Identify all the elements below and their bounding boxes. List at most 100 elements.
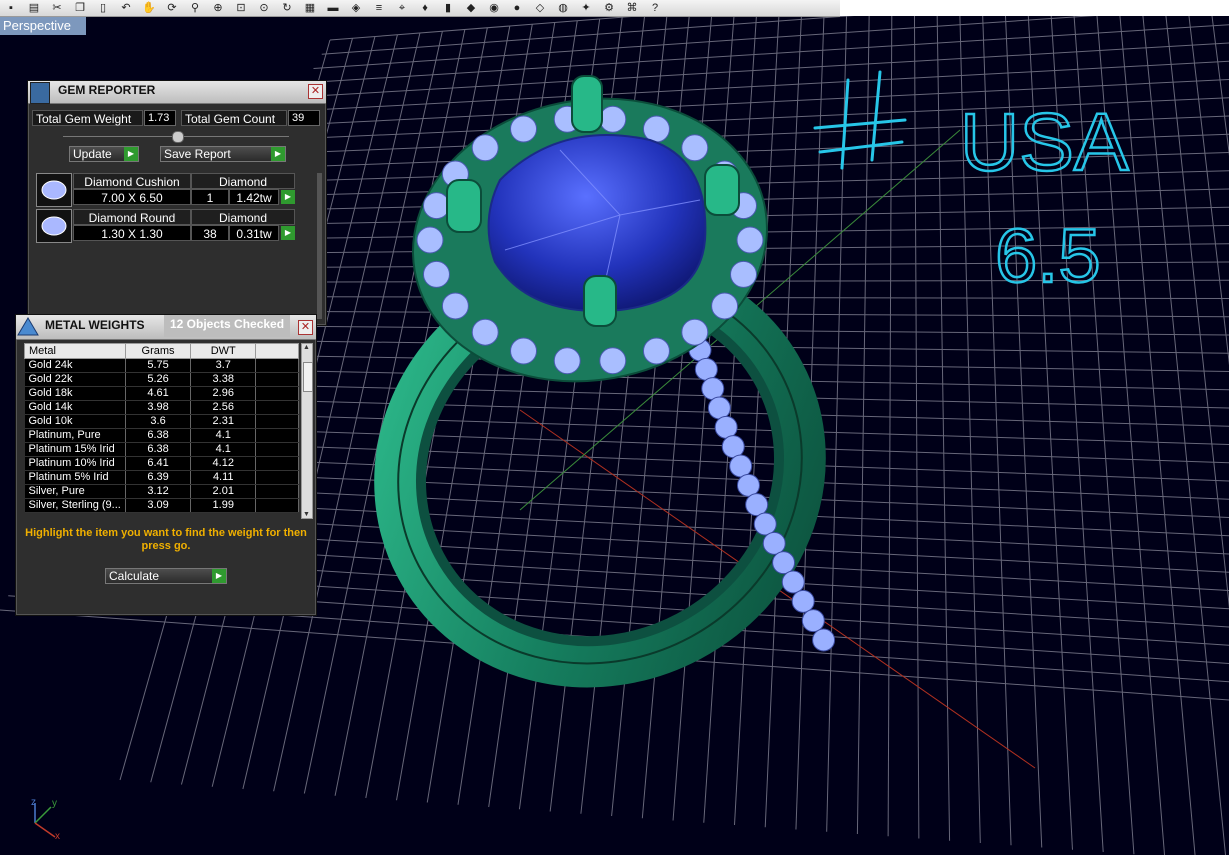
- grid-line: [936, 0, 951, 841]
- table-row[interactable]: Silver, Sterling (9... 3.09 1.99: [24, 498, 299, 513]
- toolbar-empty-area: [840, 0, 1229, 16]
- metal-name: Platinum, Pure: [24, 428, 126, 443]
- dwt-value: 3.38: [190, 372, 257, 387]
- column-header-grams[interactable]: Grams: [124, 343, 192, 359]
- zoom-selected-icon[interactable]: ⊙: [256, 1, 272, 15]
- zoom-icon[interactable]: ⚲: [187, 1, 203, 15]
- play-icon: ▶: [271, 147, 285, 161]
- grid-icon[interactable]: ▦: [302, 1, 318, 15]
- copy-icon[interactable]: ❐: [72, 1, 88, 15]
- trash-icon[interactable]: ▮: [440, 1, 456, 15]
- material-icon[interactable]: ◍: [555, 1, 571, 15]
- grams-value: 6.38: [125, 428, 192, 443]
- shank-stone: [753, 512, 777, 536]
- gem-reporter-panel: GEM REPORTER ✕ Total Gem Weight 1.73 Tot…: [27, 80, 327, 326]
- dwt-value: 4.11: [190, 470, 257, 485]
- dwt-value: 2.31: [190, 414, 257, 429]
- empty-cell: [255, 456, 299, 471]
- halo-stone: [730, 260, 758, 288]
- play-icon: ▶: [212, 569, 226, 583]
- paste-icon[interactable]: ▯: [95, 1, 111, 15]
- table-row[interactable]: Gold 10k 3.6 2.31: [24, 414, 299, 429]
- halo-stone: [553, 347, 581, 375]
- grid-line: [305, 24, 1229, 84]
- halo-stone: [681, 134, 709, 162]
- column-header-dwt[interactable]: DWT: [190, 343, 257, 359]
- layers-icon[interactable]: ≡: [371, 1, 387, 15]
- table-row[interactable]: Platinum 5% Irid 6.39 4.11: [24, 470, 299, 485]
- table-row[interactable]: Gold 22k 5.26 3.38: [24, 372, 299, 387]
- help-icon[interactable]: ?: [647, 1, 663, 15]
- dwt-value: 4.1: [190, 442, 257, 457]
- gem-list-item[interactable]: Diamond Round Diamond 1.30 X 1.30 38 0.3…: [36, 209, 295, 243]
- table-row[interactable]: Gold 14k 3.98 2.56: [24, 400, 299, 415]
- gem-reporter-title: GEM REPORTER: [58, 83, 156, 97]
- print-icon[interactable]: ▤: [26, 1, 42, 15]
- network-icon[interactable]: ⌘: [624, 1, 640, 15]
- table-row[interactable]: Silver, Pure 3.12 2.01: [24, 484, 299, 499]
- round-gem-icon: [36, 209, 72, 243]
- shading-icon[interactable]: ◆: [463, 1, 479, 15]
- light-icon[interactable]: ♦: [417, 1, 433, 15]
- close-icon[interactable]: ✕: [308, 84, 323, 99]
- table-row[interactable]: Platinum 15% Irid 6.38 4.1: [24, 442, 299, 457]
- grams-value: 4.61: [125, 386, 192, 401]
- viewport-label[interactable]: Perspective: [0, 17, 86, 35]
- gem-type: Diamond: [191, 209, 295, 225]
- zoom-window-icon[interactable]: ⊕: [210, 1, 226, 15]
- metal-weights-table: Metal Grams DWT Gold 24k 5.75 3.7 Gold 22k 5…: [24, 343, 299, 513]
- table-row[interactable]: Gold 18k 4.61 2.96: [24, 386, 299, 401]
- empty-cell: [255, 442, 299, 457]
- grid-line: [1186, 0, 1229, 366]
- pyramid-icon: [16, 315, 40, 339]
- undo-icon[interactable]: ↶: [118, 1, 134, 15]
- select-gem-play-icon[interactable]: ▶: [281, 190, 295, 204]
- gem-icon[interactable]: ◇: [532, 1, 548, 15]
- gem-reporter-titlebar[interactable]: GEM REPORTER ✕: [28, 81, 326, 104]
- dwt-value: 1.99: [190, 498, 257, 513]
- update-button[interactable]: Update ▶: [69, 146, 139, 162]
- scroll-up-icon[interactable]: ▲: [303, 344, 310, 351]
- render-icon[interactable]: ◈: [348, 1, 364, 15]
- scroll-down-icon[interactable]: ▼: [303, 511, 310, 518]
- metal-name: Gold 22k: [24, 372, 126, 387]
- sphere-icon[interactable]: ●: [509, 1, 525, 15]
- halo-stone: [642, 337, 670, 365]
- car-icon[interactable]: ▬: [325, 1, 341, 15]
- dwt-value: 2.56: [190, 400, 257, 415]
- metal-weights-titlebar[interactable]: METAL WEIGHTS 12 Objects Checked ✕: [16, 315, 316, 340]
- halo-stone: [510, 115, 538, 143]
- zoom-extents-icon[interactable]: ⊡: [233, 1, 249, 15]
- table-row[interactable]: Platinum, Pure 6.38 4.1: [24, 428, 299, 443]
- annotation-usa: USA: [960, 97, 1129, 188]
- table-row[interactable]: Gold 24k 5.75 3.7: [24, 358, 299, 373]
- total-gem-weight-value: 1.73: [144, 110, 176, 126]
- select-gem-play-icon[interactable]: ▶: [281, 226, 295, 240]
- cut-icon[interactable]: ✂: [49, 1, 65, 15]
- gem-list-scrollbar[interactable]: [317, 173, 322, 319]
- metal-weights-title: METAL WEIGHTS: [45, 318, 145, 332]
- column-header-metal[interactable]: Metal: [24, 343, 126, 359]
- scrollbar-thumb[interactable]: [303, 362, 313, 392]
- save-report-button[interactable]: Save Report ▶: [160, 146, 286, 162]
- settings-icon[interactable]: ⚙: [601, 1, 617, 15]
- rotate-icon[interactable]: ⟳: [164, 1, 180, 15]
- main-toolbar: ▪ ▤ ✂ ❐ ▯ ↶ ✋ ⟳ ⚲ ⊕ ⊡ ⊙ ↻ ▦ ▬ ◈ ≡ ⌖ ♦ ▮ ◆ ◉ ● ◇ ◍ ✦ ⚙ ⌘?: [0, 0, 840, 17]
- shank-stone: [729, 454, 753, 478]
- splitter-knob[interactable]: [172, 131, 184, 143]
- gem-count: 1: [191, 189, 229, 205]
- pan-icon[interactable]: ✋: [141, 1, 157, 15]
- table-row[interactable]: Platinum 10% Irid 6.41 4.12: [24, 456, 299, 471]
- gem-count: 38: [191, 225, 229, 241]
- color-wheel-icon[interactable]: ◉: [486, 1, 502, 15]
- wand-icon[interactable]: ✦: [578, 1, 594, 15]
- close-icon[interactable]: ✕: [298, 320, 313, 335]
- snap-icon[interactable]: ⌖: [394, 1, 410, 15]
- shank-stone: [714, 415, 738, 439]
- rotate-view-icon[interactable]: ↻: [279, 1, 295, 15]
- calculate-button[interactable]: Calculate ▶: [105, 568, 227, 584]
- gem-list-item[interactable]: Diamond Cushion Diamond 7.00 X 6.50 1 1.…: [36, 173, 295, 207]
- metal-list-scrollbar[interactable]: ▲ ▼: [301, 343, 313, 519]
- save-icon[interactable]: ▪: [3, 1, 19, 15]
- grams-value: 6.39: [125, 470, 192, 485]
